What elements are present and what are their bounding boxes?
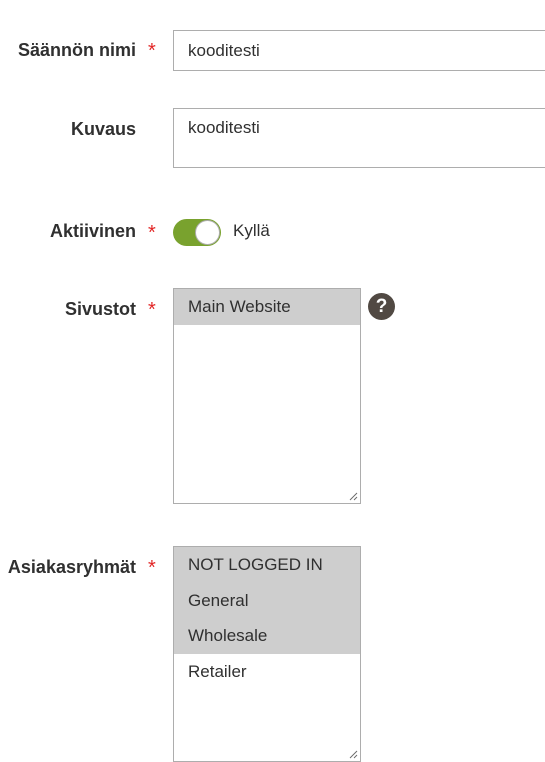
description-label: Kuvaus [70, 119, 136, 139]
rule-name-input[interactable] [173, 30, 545, 71]
active-label: Aktiivinen [49, 221, 136, 241]
active-state-text: Kyllä [233, 221, 270, 240]
rule-name-label: Säännön nimi [17, 40, 136, 60]
help-icon[interactable]: ? [368, 293, 395, 320]
resize-grip-icon[interactable] [349, 492, 358, 501]
active-required-mark: * [148, 222, 156, 244]
websites-label: Sivustot [64, 299, 136, 319]
websites-required-mark: * [148, 299, 156, 321]
toggle-knob [195, 220, 220, 245]
customer-group-option-general[interactable]: General [174, 582, 360, 618]
customer-groups-required-mark: * [148, 557, 156, 579]
description-textarea[interactable]: kooditesti [173, 108, 545, 168]
customer-groups-multiselect[interactable]: NOT LOGGED IN General Wholesale Retailer [173, 546, 361, 762]
websites-multiselect[interactable]: Main Website [173, 288, 361, 504]
customer-group-option-retailer[interactable]: Retailer [174, 654, 360, 690]
customer-groups-label: Asiakasryhmät [7, 557, 136, 577]
resize-grip-icon[interactable] [349, 750, 358, 759]
active-toggle[interactable] [173, 219, 221, 246]
customer-group-option-wholesale[interactable]: Wholesale [174, 618, 360, 654]
websites-option-main-website[interactable]: Main Website [174, 289, 360, 325]
customer-group-option-not-logged-in[interactable]: NOT LOGGED IN [174, 547, 360, 583]
rule-name-required-mark: * [148, 40, 156, 62]
